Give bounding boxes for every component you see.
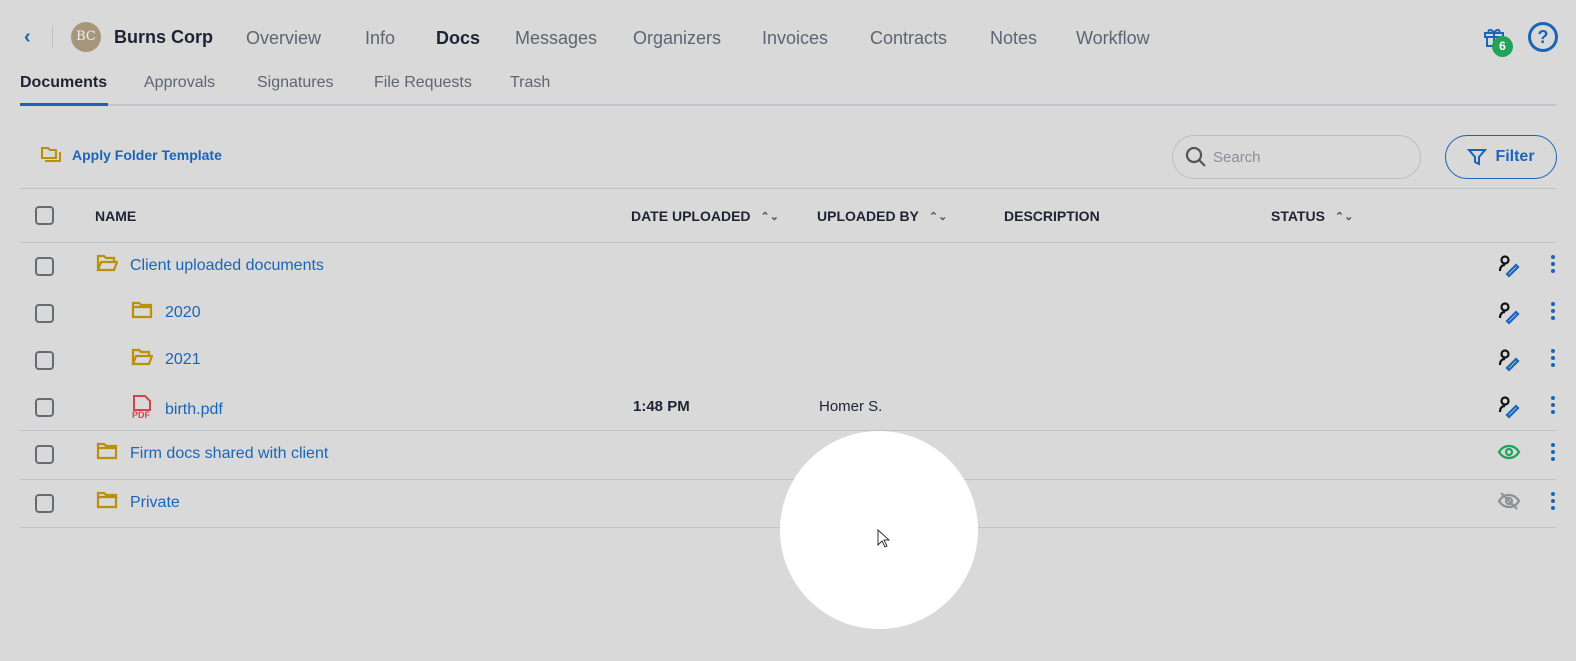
sort-icon: ⌃⌄ (1334, 210, 1354, 223)
more-options-icon[interactable] (1546, 443, 1560, 461)
column-description: DESCRIPTION (1004, 208, 1100, 224)
folder-open-icon (96, 254, 119, 277)
sort-icon: ⌃⌄ (928, 210, 948, 223)
row-uploaded-by: Homer S. (819, 398, 883, 415)
mouse-cursor-icon (877, 529, 891, 548)
row-name[interactable]: 2020 (131, 301, 201, 324)
subtab-approvals[interactable]: Approvals (144, 74, 215, 92)
folder-icon (96, 442, 118, 465)
visible-icon[interactable] (1497, 442, 1521, 467)
column-label: NAME (95, 208, 137, 224)
folder-open-icon (131, 348, 154, 371)
folder-icon (96, 491, 118, 514)
tab-organizers[interactable]: Organizers (633, 28, 721, 49)
search-icon (1185, 146, 1206, 167)
more-options-icon[interactable] (1546, 255, 1560, 273)
row-checkbox[interactable] (35, 494, 54, 513)
row-name[interactable]: Firm docs shared with client (96, 442, 328, 465)
row-name-text: 2021 (165, 350, 201, 368)
search-placeholder: Search (1213, 148, 1261, 166)
client-edit-icon[interactable] (1497, 395, 1521, 424)
svg-text:PDF: PDF (132, 410, 151, 419)
top-nav: ‹ BC Burns Corp Overview Info Docs Messa… (0, 22, 1576, 57)
divider (20, 188, 1556, 189)
row-name-text: Client uploaded documents (130, 256, 324, 274)
column-uploaded-by[interactable]: UPLOADED BY ⌃⌄ (817, 208, 947, 224)
row-name-text: Private (130, 493, 180, 511)
row-checkbox[interactable] (35, 351, 54, 370)
filter-icon (1467, 149, 1488, 166)
tab-messages[interactable]: Messages (515, 28, 597, 49)
row-checkbox[interactable] (35, 445, 54, 464)
divider (20, 430, 1556, 431)
row-name-text: 2020 (165, 303, 201, 321)
row-name[interactable]: Client uploaded documents (96, 254, 324, 277)
client-edit-icon[interactable] (1497, 348, 1521, 377)
column-date-uploaded[interactable]: DATE UPLOADED ⌃⌄ (631, 208, 779, 224)
tab-workflow[interactable]: Workflow (1076, 28, 1150, 49)
row-name-text: Firm docs shared with client (130, 444, 329, 462)
divider (20, 104, 1556, 106)
filter-button[interactable]: Filter (1445, 135, 1557, 179)
row-date: 1:48 PM (633, 398, 690, 415)
sort-icon: ⌃⌄ (760, 210, 779, 223)
column-label: STATUS (1271, 208, 1325, 224)
search-input[interactable]: Search (1172, 135, 1421, 179)
column-label: DESCRIPTION (1004, 208, 1100, 224)
subtab-file-requests[interactable]: File Requests (374, 74, 472, 92)
apply-folder-template-button[interactable]: Apply Folder Template (40, 146, 222, 164)
select-all-checkbox[interactable] (35, 206, 54, 225)
client-name[interactable]: Burns Corp (114, 27, 213, 48)
client-edit-icon[interactable] (1497, 301, 1521, 330)
more-options-icon[interactable] (1546, 302, 1560, 320)
avatar: BC (71, 22, 101, 52)
tab-contracts[interactable]: Contracts (870, 28, 947, 49)
help-icon[interactable]: ? (1528, 22, 1558, 52)
column-status[interactable]: STATUS ⌃⌄ (1271, 208, 1353, 224)
filter-label: Filter (1495, 148, 1535, 165)
row-name-text: birth.pdf (165, 400, 223, 418)
more-options-icon[interactable] (1546, 492, 1560, 510)
divider (20, 242, 1556, 243)
subtab-documents[interactable]: Documents (20, 74, 107, 92)
row-name[interactable]: PDF birth.pdf (131, 395, 223, 424)
row-checkbox[interactable] (35, 398, 54, 417)
column-label: DATE UPLOADED (631, 208, 751, 224)
tab-invoices[interactable]: Invoices (762, 28, 828, 49)
pdf-file-icon: PDF (131, 395, 153, 424)
folders-icon (41, 147, 61, 162)
more-options-icon[interactable] (1546, 396, 1560, 414)
tab-overview[interactable]: Overview (246, 28, 321, 49)
gift-badge: 6 (1492, 36, 1513, 57)
divider (52, 26, 53, 48)
active-tab-indicator (20, 103, 108, 106)
tab-docs[interactable]: Docs (436, 28, 480, 49)
hidden-icon[interactable] (1497, 491, 1521, 516)
row-name[interactable]: 2021 (131, 348, 201, 371)
back-chevron-icon[interactable]: ‹ (24, 26, 31, 49)
divider (20, 479, 1556, 480)
row-checkbox[interactable] (35, 257, 54, 276)
subtab-signatures[interactable]: Signatures (257, 74, 334, 92)
apply-label: Apply Folder Template (72, 147, 222, 163)
more-options-icon[interactable] (1546, 349, 1560, 367)
folder-icon (131, 301, 153, 324)
tab-notes[interactable]: Notes (990, 28, 1037, 49)
client-edit-icon[interactable] (1497, 254, 1521, 283)
row-name[interactable]: Private (96, 491, 180, 514)
tab-info[interactable]: Info (365, 28, 395, 49)
column-label: UPLOADED BY (817, 208, 919, 224)
column-name[interactable]: NAME (95, 208, 136, 224)
subtab-trash[interactable]: Trash (510, 74, 550, 92)
row-checkbox[interactable] (35, 304, 54, 323)
